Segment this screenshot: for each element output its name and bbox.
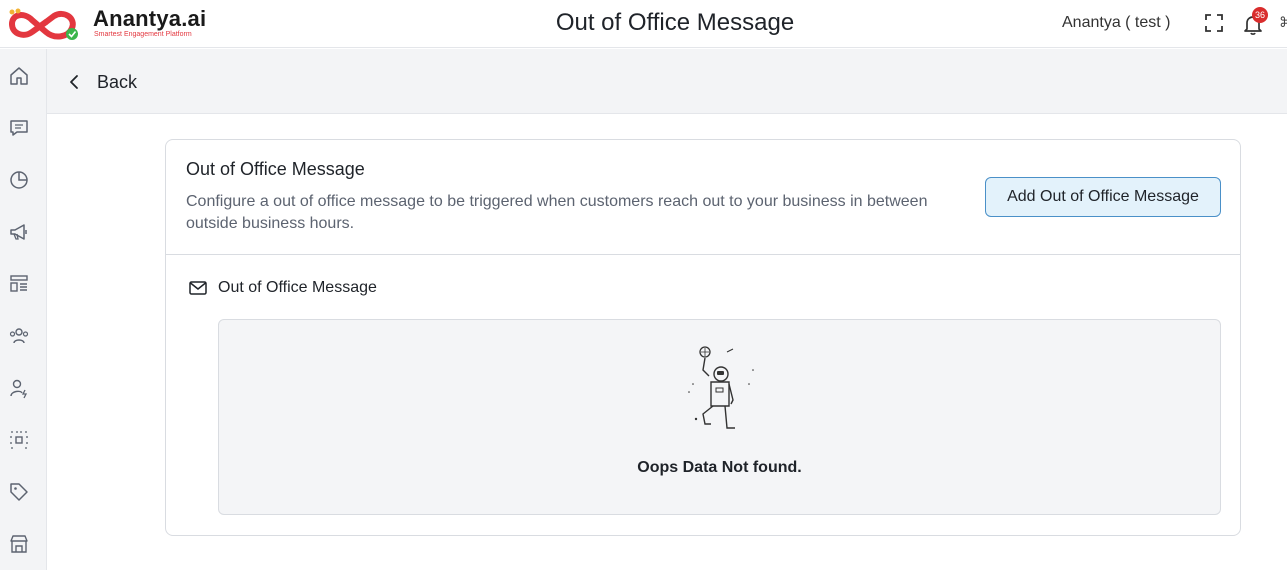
sidebar-chat-icon[interactable] bbox=[8, 117, 30, 139]
sidebar-contacts-icon[interactable] bbox=[8, 325, 30, 347]
out-of-office-card: Out of Office Message Configure a out of… bbox=[165, 139, 1241, 536]
sidebar-home-icon[interactable] bbox=[8, 65, 30, 87]
add-out-of-office-button[interactable]: Add Out of Office Message bbox=[985, 177, 1221, 217]
card-description: Configure a out of office message to be … bbox=[186, 193, 928, 232]
card-header: Out of Office Message Configure a out of… bbox=[166, 140, 1240, 255]
fullscreen-icon[interactable] bbox=[1204, 13, 1224, 33]
sidebar-store-icon[interactable] bbox=[8, 533, 30, 555]
sidebar bbox=[0, 49, 47, 570]
top-bar: Anantya.ai Smartest Engagement Platform … bbox=[0, 0, 1287, 48]
back-label: Back bbox=[97, 71, 138, 92]
chevron-left-icon bbox=[70, 75, 78, 89]
sidebar-integration-icon[interactable] bbox=[8, 429, 30, 451]
sidebar-tag-icon[interactable] bbox=[8, 481, 30, 503]
section-label: Out of Office Message bbox=[218, 279, 377, 296]
astronaut-illustration-icon bbox=[688, 346, 754, 429]
user-name[interactable]: Anantya ( test ) bbox=[1062, 14, 1171, 32]
mail-icon bbox=[189, 281, 207, 295]
sidebar-pie-chart-icon[interactable] bbox=[8, 169, 30, 191]
sidebar-megaphone-icon[interactable] bbox=[8, 221, 30, 243]
back-bar: Back bbox=[47, 49, 1287, 114]
empty-state: Oops Data Not found. bbox=[218, 319, 1221, 515]
notification-badge: 36 bbox=[1252, 7, 1268, 23]
sidebar-user-bolt-icon[interactable] bbox=[8, 377, 30, 399]
sidebar-template-icon[interactable] bbox=[8, 273, 30, 295]
empty-state-text: Oops Data Not found. bbox=[637, 459, 802, 476]
card-title: Out of Office Message bbox=[186, 159, 365, 179]
back-button[interactable]: Back bbox=[67, 69, 137, 95]
more-icon[interactable]: ⌘ bbox=[1279, 14, 1287, 31]
section-header: Out of Office Message bbox=[188, 278, 377, 298]
